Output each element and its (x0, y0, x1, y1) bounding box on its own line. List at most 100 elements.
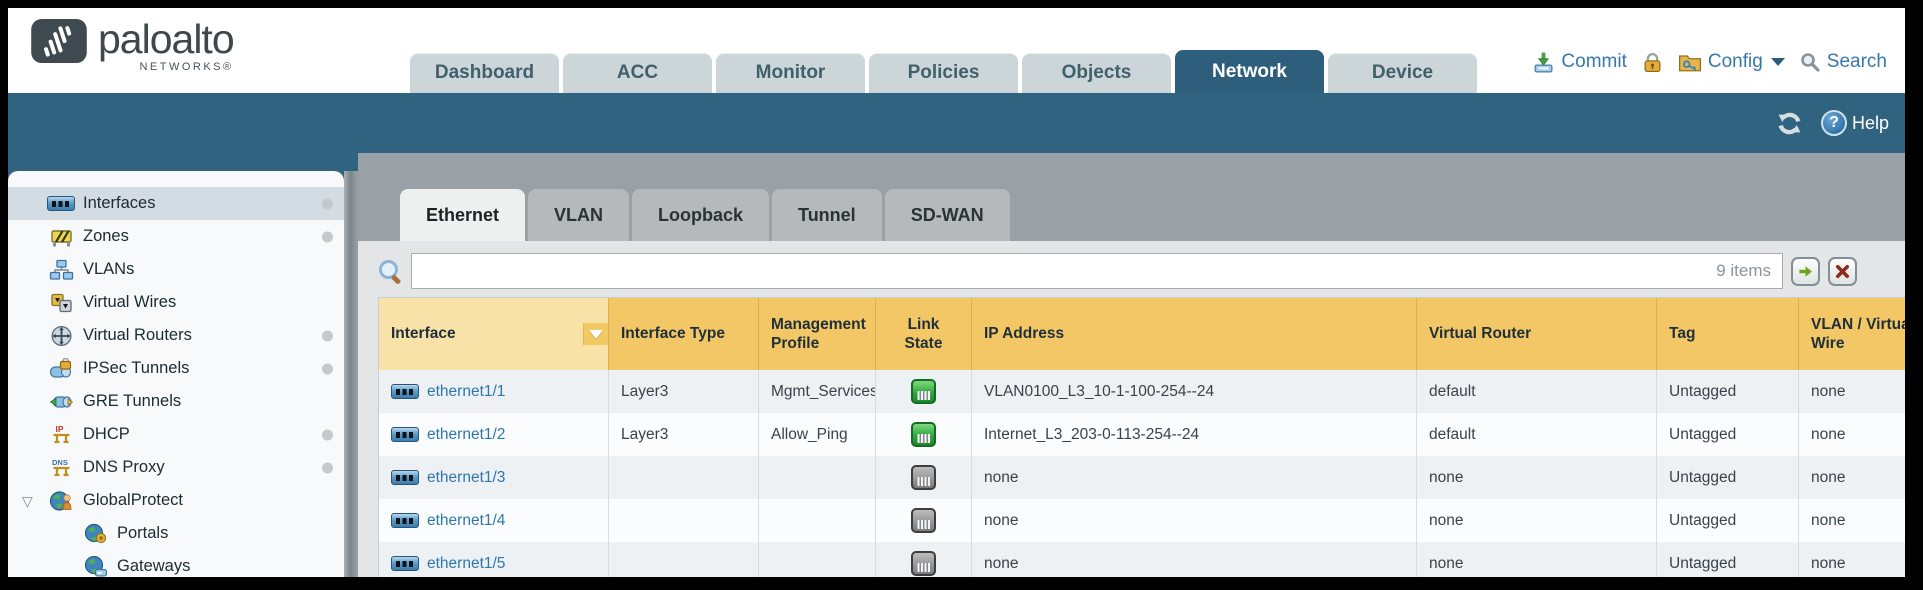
commit-button[interactable]: Commit (1532, 51, 1626, 74)
svg-text:IP: IP (55, 424, 63, 434)
brand-subtitle: NETWORKS® (139, 61, 233, 73)
link-state-icon (911, 379, 936, 404)
chevron-down-icon (1771, 58, 1785, 66)
sidebar-item-vlans[interactable]: VLANs (8, 253, 344, 286)
content-panel: 9 items (358, 241, 1905, 577)
column-header-interface-type[interactable]: Interface Type (609, 298, 759, 370)
interfaces-icon (48, 193, 74, 215)
item-dot (322, 198, 333, 209)
filter-input[interactable] (411, 253, 1783, 289)
gre-tunnels-icon (48, 391, 74, 413)
refresh-icon[interactable] (1776, 111, 1803, 136)
column-header-tag[interactable]: Tag (1657, 298, 1799, 370)
interface-link[interactable]: ethernet1/5 (427, 555, 505, 573)
table-row[interactable]: ethernet1/1 Layer3 Mgmt_Services VLAN010… (379, 370, 1905, 413)
tab-monitor[interactable]: Monitor (716, 53, 865, 93)
column-header-vlan-virtual-wire[interactable]: VLAN / Virtual Wire (1799, 298, 1905, 370)
search-button[interactable]: Search (1799, 51, 1887, 73)
tab-device[interactable]: Device (1328, 53, 1477, 93)
clear-filter-button[interactable] (1828, 257, 1857, 286)
search-icon (1799, 51, 1821, 73)
paloalto-logo: paloalto NETWORKS® (30, 18, 234, 73)
lock-icon[interactable] (1641, 51, 1664, 74)
sidebar: Interfaces Zones VLANs (8, 153, 344, 577)
column-header-ip-address[interactable]: IP Address (972, 298, 1417, 370)
paloalto-logo-icon (30, 18, 88, 64)
column-header-link-state[interactable]: Link State (876, 298, 972, 370)
sidebar-item-globalprotect[interactable]: GlobalProtect (8, 484, 344, 517)
table-row[interactable]: ethernet1/2 Layer3 Allow_Ping Internet_L… (379, 413, 1905, 456)
sidebar-item-label: Zones (83, 227, 129, 246)
virtual-wires-icon (48, 292, 74, 314)
column-menu-icon[interactable] (583, 323, 608, 345)
tab-policies[interactable]: Policies (869, 53, 1018, 93)
help-label: Help (1852, 113, 1889, 134)
item-dot (322, 363, 333, 374)
tab-loopback[interactable]: Loopback (632, 189, 769, 241)
table-row[interactable]: ethernet1/4 none none Untagged none (379, 499, 1905, 542)
interfaces-table: Interface Interface Type Management Prof… (378, 297, 1905, 577)
svg-text:DNS: DNS (52, 458, 68, 467)
link-state-icon (911, 508, 936, 533)
tab-acc[interactable]: ACC (563, 53, 712, 93)
item-dot (322, 330, 333, 341)
sidebar-item-label: Portals (117, 524, 168, 543)
table-row[interactable]: ethernet1/5 none none Untagged none (379, 542, 1905, 577)
sidebar-item-gre-tunnels[interactable]: GRE Tunnels (8, 385, 344, 418)
interface-link[interactable]: ethernet1/2 (427, 426, 505, 444)
sidebar-item-dns-proxy[interactable]: DNS DNS Proxy (8, 451, 344, 484)
gateways-icon (82, 556, 108, 578)
sidebar-panel: Interfaces Zones VLANs (8, 171, 344, 577)
sidebar-item-label: IPSec Tunnels (83, 359, 189, 378)
sidebar-item-portals[interactable]: Portals (8, 517, 344, 550)
tab-network[interactable]: Network (1175, 50, 1324, 93)
table-row[interactable]: ethernet1/3 none none Untagged none (379, 456, 1905, 499)
sidebar-item-label: Gateways (117, 557, 190, 576)
ethernet-icon (391, 556, 419, 571)
tab-sdwan[interactable]: SD-WAN (885, 189, 1010, 241)
sidebar-item-virtual-routers[interactable]: Virtual Routers (8, 319, 344, 352)
filter-row: 9 items (378, 251, 1905, 291)
tab-tunnel[interactable]: Tunnel (772, 189, 882, 241)
sidebar-item-label: Interfaces (83, 194, 155, 213)
sidebar-item-zones[interactable]: Zones (8, 220, 344, 253)
globalprotect-icon (48, 490, 74, 512)
collapse-triangle-icon[interactable] (22, 494, 33, 508)
column-header-virtual-router[interactable]: Virtual Router (1417, 298, 1657, 370)
virtual-routers-icon (48, 325, 74, 347)
brand-name: paloalto (98, 18, 234, 60)
column-header-management-profile[interactable]: Management Profile (759, 298, 876, 370)
tab-vlan[interactable]: VLAN (528, 189, 629, 241)
sidebar-item-virtual-wires[interactable]: Virtual Wires (8, 286, 344, 319)
interface-link[interactable]: ethernet1/3 (427, 469, 505, 487)
link-state-icon (911, 465, 936, 490)
app-window: paloalto NETWORKS® Dashboard ACC Monitor… (8, 8, 1905, 577)
config-menu-button[interactable]: Config (1678, 50, 1785, 74)
apply-filter-button[interactable] (1791, 257, 1820, 286)
sidebar-item-ipsec-tunnels[interactable]: IPSec Tunnels (8, 352, 344, 385)
commit-icon (1532, 51, 1555, 74)
sidebar-scrollbar[interactable] (344, 153, 358, 577)
link-state-icon (911, 422, 936, 447)
sidebar-item-dhcp[interactable]: IP DHCP (8, 418, 344, 451)
tab-ethernet[interactable]: Ethernet (400, 189, 525, 241)
green-arrow-icon (1797, 263, 1814, 280)
table-header-row: Interface Interface Type Management Prof… (379, 298, 1905, 370)
help-icon (1821, 110, 1847, 136)
sidebar-item-label: DHCP (83, 425, 130, 444)
help-button[interactable]: Help (1821, 110, 1889, 136)
column-header-interface[interactable]: Interface (379, 298, 609, 370)
filter-search-icon[interactable] (378, 259, 403, 284)
ethernet-icon (391, 513, 419, 528)
main-nav-tabs: Dashboard ACC Monitor Policies Objects N… (410, 50, 1477, 93)
tab-objects[interactable]: Objects (1022, 53, 1171, 93)
sidebar-item-gateways[interactable]: Gateways (8, 550, 344, 577)
tab-dashboard[interactable]: Dashboard (410, 53, 559, 93)
search-label: Search (1827, 51, 1887, 73)
portals-icon (82, 523, 108, 545)
zones-icon (48, 226, 74, 248)
config-icon (1678, 50, 1702, 74)
interface-link[interactable]: ethernet1/1 (427, 383, 505, 401)
sidebar-item-interfaces[interactable]: Interfaces (8, 187, 344, 220)
interface-link[interactable]: ethernet1/4 (427, 512, 505, 530)
